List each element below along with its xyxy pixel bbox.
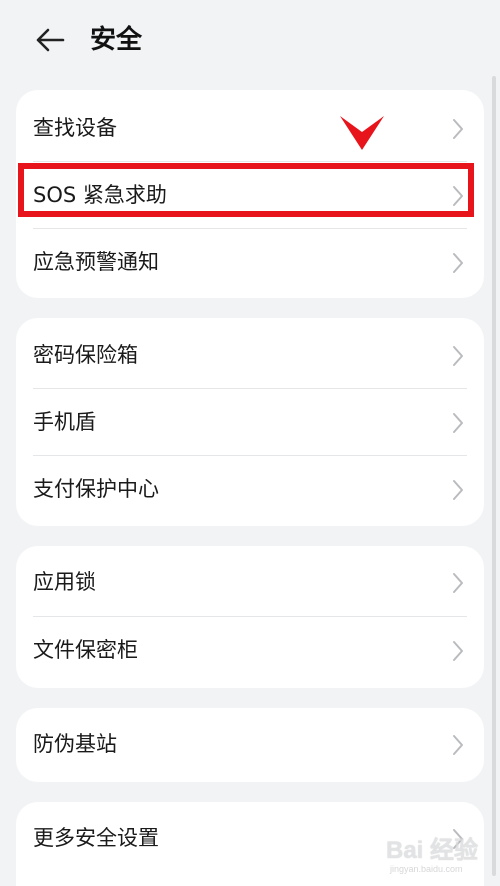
settings-group-4: 防伪基站 bbox=[16, 708, 484, 782]
settings-group-1: 查找设备 SOS 紧急求助 应急预警通知 bbox=[16, 90, 484, 298]
settings-item-label: 文件保密柜 bbox=[33, 638, 138, 662]
settings-group-2: 密码保险箱 手机盾 支付保护中心 bbox=[16, 318, 484, 526]
settings-item-label: 手机盾 bbox=[33, 410, 96, 434]
settings-group-3: 应用锁 文件保密柜 bbox=[16, 546, 484, 688]
settings-item-label: 防伪基站 bbox=[33, 732, 117, 756]
settings-item-fake-base-station[interactable]: 防伪基站 bbox=[16, 711, 484, 778]
chevron-down-marker-icon bbox=[340, 116, 384, 150]
page-title: 安全 bbox=[90, 25, 143, 55]
settings-item-label: SOS 紧急求助 bbox=[33, 183, 167, 207]
back-button[interactable] bbox=[28, 20, 72, 60]
settings-item-label: 查找设备 bbox=[33, 116, 117, 140]
settings-item-app-lock[interactable]: 应用锁 bbox=[16, 549, 484, 616]
watermark-url: jingyan.baidu.com bbox=[390, 864, 463, 874]
chevron-right-icon bbox=[453, 480, 463, 500]
chevron-right-icon bbox=[453, 413, 463, 433]
settings-item-sos-emergency[interactable]: SOS 紧急求助 bbox=[16, 162, 484, 229]
settings-item-find-device[interactable]: 查找设备 bbox=[16, 95, 484, 162]
chevron-right-icon bbox=[453, 641, 463, 661]
settings-item-emergency-alerts[interactable]: 应急预警通知 bbox=[16, 229, 484, 296]
settings-item-label: 支付保护中心 bbox=[33, 477, 159, 501]
chevron-right-icon bbox=[453, 573, 463, 593]
settings-item-label: 应用锁 bbox=[33, 570, 96, 594]
arrow-left-icon bbox=[36, 28, 65, 52]
chevron-right-icon bbox=[453, 346, 463, 366]
app-header: 安全 bbox=[0, 0, 500, 80]
chevron-right-icon bbox=[453, 119, 463, 139]
settings-item-label: 密码保险箱 bbox=[33, 343, 138, 367]
chevron-right-icon bbox=[453, 253, 463, 273]
settings-item-label: 更多安全设置 bbox=[33, 826, 159, 850]
watermark-logo: Bai 经验 bbox=[386, 837, 479, 864]
chevron-right-icon bbox=[453, 735, 463, 755]
settings-item-payment-protection[interactable]: 支付保护中心 bbox=[16, 456, 484, 523]
settings-item-password-vault[interactable]: 密码保险箱 bbox=[16, 322, 484, 389]
settings-item-phone-shield[interactable]: 手机盾 bbox=[16, 389, 484, 456]
watermark: Bai 经验 jingyan.baidu.com bbox=[386, 826, 496, 882]
scrollbar[interactable] bbox=[492, 76, 496, 876]
settings-item-label: 应急预警通知 bbox=[33, 250, 159, 274]
chevron-right-icon bbox=[453, 186, 463, 206]
settings-item-file-safe[interactable]: 文件保密柜 bbox=[16, 617, 484, 684]
